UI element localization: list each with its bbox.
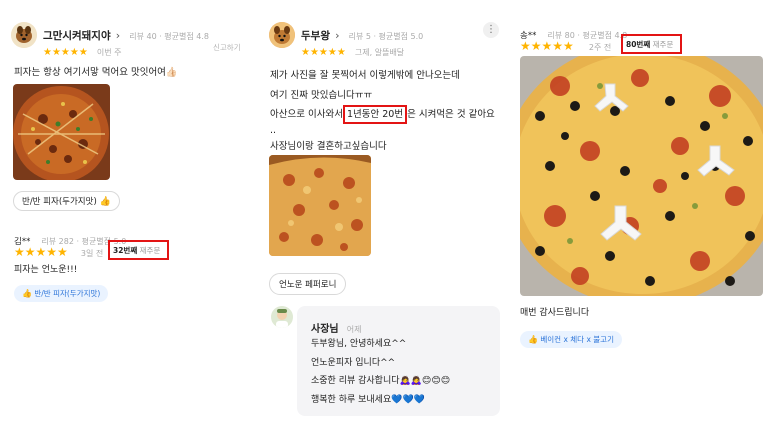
- owner-name: 사장님: [311, 324, 339, 335]
- rating-row-2: ★★★★★ 3일 전: [14, 241, 103, 260]
- menu-tag[interactable]: 👍 반/반 피자(두가지맛): [14, 285, 109, 302]
- review-text-line: 여기 진짜 맛있습니다ㅠㅠ: [270, 89, 373, 101]
- review-time: 2주 전: [588, 43, 612, 52]
- review-card-1: 그만시켜돼지야 › 리뷰 40 · 평균별점 4.8 ★★★★★ 이번 주 신고…: [0, 0, 255, 438]
- thumbs-up-icon: 👍: [99, 197, 111, 207]
- owner-reply-line: 소중한 리뷰 감사합니다🙇‍♀️🙇‍♀️😊😊😊: [311, 376, 451, 386]
- review-text: 피자는 항상 여기서맣 먹어요 맛잇어여👍🏻: [14, 67, 178, 78]
- reorder-suffix: 재주문: [139, 246, 161, 255]
- thumbs-up-icon: 👍: [22, 289, 32, 298]
- menu-chip[interactable]: 언노운 페퍼로니: [269, 273, 347, 295]
- rating-stars: ★★★★★: [520, 39, 574, 53]
- pizza-photo-image: [269, 155, 371, 256]
- dog-avatar-icon: [269, 22, 295, 48]
- rating-row: ★★★★★ 2주 전: [520, 35, 611, 54]
- reviewer-avatar[interactable]: [11, 22, 37, 48]
- reorder-count: 32번째: [113, 246, 138, 255]
- review-card-2: 두부왕 › 리뷰 5 · 평균별점 5.0 ⋮ ★★★★★ 그제, 알뜰배달 제…: [255, 0, 510, 438]
- rating-stars: ★★★★★: [14, 245, 68, 259]
- highlighted-phrase: 1년동안 20번: [342, 105, 408, 124]
- report-link[interactable]: 신고하기: [213, 42, 241, 53]
- rating-stars: ★★★★★: [43, 47, 88, 58]
- menu-tag-label: 반/반 피자(두가지맛): [34, 289, 101, 298]
- owner-reply-time: 어제: [346, 325, 362, 334]
- review-photo[interactable]: [13, 84, 110, 180]
- review-text: 제가 사진을 잘 못찍어서 이렇게밖에 안나오는데 여기 진짜 맛있습니다ㅠㅠ …: [270, 66, 495, 156]
- review-text-line: ..: [270, 124, 277, 136]
- review-time: 이번 주: [96, 48, 122, 57]
- review-text-line: 아산으로 이사와서 1년동안 20번 은 시켜먹은 것 같아요: [270, 105, 495, 125]
- owner-avatar: [271, 306, 293, 328]
- owner-avatar-icon: [271, 306, 293, 328]
- review-time: 3일 전: [80, 249, 104, 258]
- menu-tag[interactable]: 👍 베이컨 x 체다 x 불고기: [520, 331, 622, 348]
- reorder-count: 80번째: [626, 40, 651, 49]
- rating-row: ★★★★★ 그제, 알뜰배달: [301, 40, 404, 59]
- review-text: 매번 감사드립니다: [520, 308, 590, 318]
- reviewer-avatar[interactable]: [269, 22, 295, 48]
- review-card-3: 송** 리뷰 80 · 평균별점 4.8 ★★★★★ 2주 전 80번째 재주문: [510, 0, 773, 438]
- pizza-photo-image: [520, 56, 763, 296]
- review-photo[interactable]: [520, 56, 763, 296]
- menu-tag-label: 베이컨 x 체다 x 불고기: [540, 335, 614, 344]
- menu-chip[interactable]: 반/반 피자(두가지맛) 👍: [13, 191, 120, 211]
- rating-stars: ★★★★★: [301, 47, 346, 58]
- review-text-2: 피자는 언노운!!!: [14, 265, 78, 275]
- more-options-icon[interactable]: ⋮: [483, 22, 499, 38]
- pizza-photo-image: [13, 84, 110, 180]
- review-photo[interactable]: [269, 155, 371, 256]
- owner-reply-line: 언노운피자 입니다^^: [311, 357, 396, 368]
- thumbs-up-icon: 👍: [528, 335, 538, 344]
- review-text-line: 사장님이랑 결혼하고싶습니다: [270, 140, 387, 152]
- reviewer-meta: 리뷰 40 · 평균별점 4.8: [129, 32, 209, 41]
- review-text-line: 제가 사진을 잘 못찍어서 이렇게밖에 안나오는데: [270, 70, 460, 81]
- menu-chip-label: 반/반 피자(두가지맛): [22, 197, 97, 207]
- text-segment: 은 시켜먹은 것 같아요: [407, 109, 495, 120]
- owner-header: 사장님 어제: [311, 317, 361, 336]
- owner-reply-line: 두부왕님, 안녕하세요^^: [311, 339, 407, 349]
- reorder-suffix: 재주문: [652, 40, 674, 49]
- reorder-badge: 32번째 재주문: [113, 245, 160, 256]
- reorder-badge: 80번째 재주문: [626, 39, 673, 50]
- owner-reply-line: 행복한 하루 보내세요💙💙💙: [311, 394, 425, 405]
- rating-row: ★★★★★ 이번 주: [43, 40, 122, 59]
- text-segment: 아산으로 이사와서: [270, 109, 343, 120]
- owner-reply-text: 두부왕님, 안녕하세요^^ 언노운피자 입니다^^ 소중한 리뷰 감사합니다🙇‍…: [311, 335, 450, 409]
- review-time: 그제, 알뜰배달: [354, 48, 405, 57]
- dog-avatar-icon: [11, 22, 37, 48]
